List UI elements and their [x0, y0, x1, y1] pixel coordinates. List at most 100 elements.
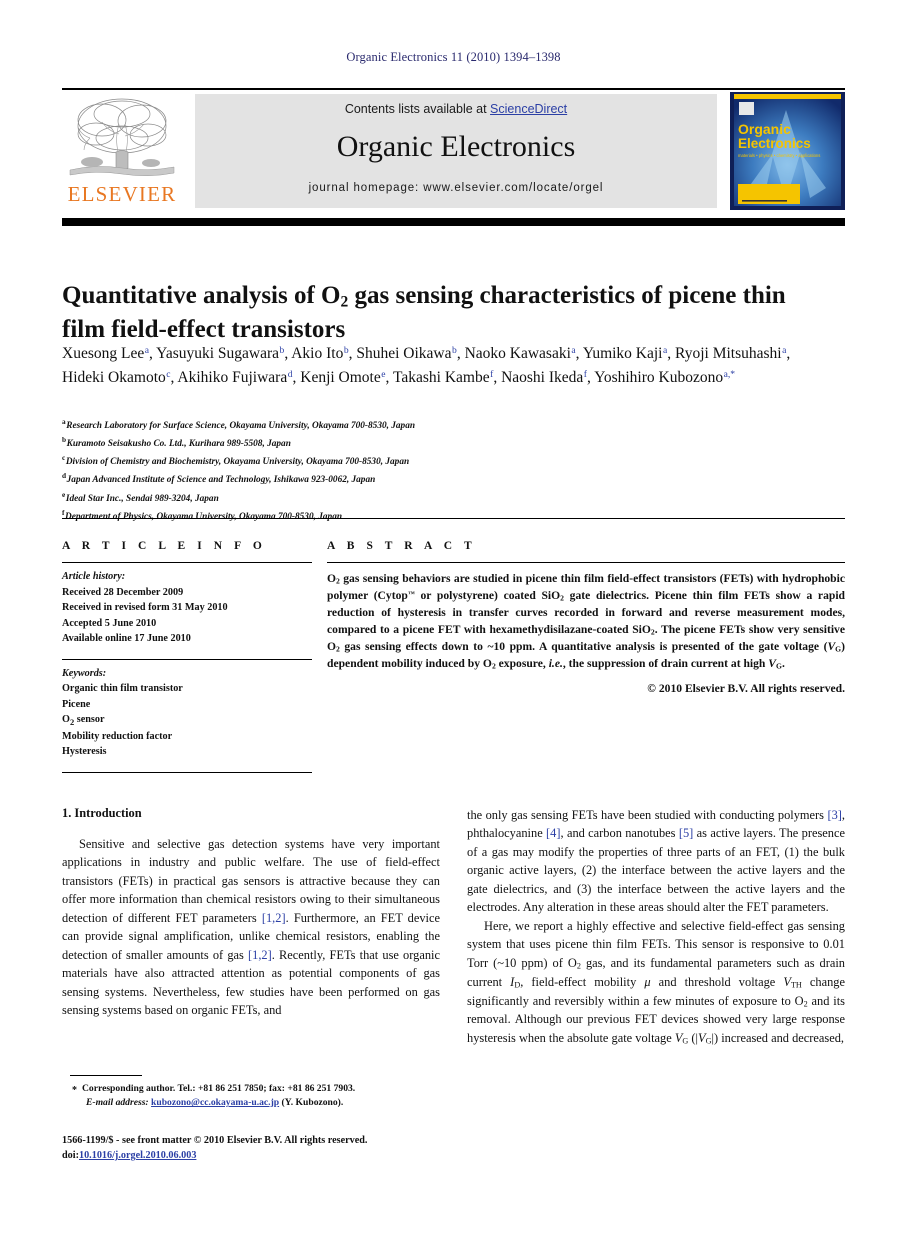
imprint-doi: doi:10.1016/j.orgel.2010.06.003	[62, 1148, 462, 1163]
author-affiliation-mark: b	[343, 345, 349, 357]
elsevier-wordmark: ELSEVIER	[67, 182, 177, 206]
journal-cover-image: Organic Electronics materials • physics …	[730, 92, 845, 210]
footnote-email-owner: (Y. Kubozono).	[281, 1097, 344, 1109]
affiliation-item: fDepartment of Physics, Okayama Universi…	[62, 507, 762, 525]
affiliation-item: eIdeal Star Inc., Sendai 989-3204, Japan	[62, 489, 762, 507]
intro-paragraph-left: Sensitive and selective gas detection sy…	[62, 837, 440, 1018]
author-affiliation-mark: e	[381, 369, 386, 381]
article-history-item: Available online 17 June 2010	[62, 633, 191, 644]
author-name: Yoshihiro Kubozono	[594, 369, 724, 387]
keyword-item: Organic thin film transistor	[62, 683, 183, 694]
doi-label: doi:	[62, 1150, 79, 1162]
author-name: Naoko Kawasaki	[464, 345, 571, 362]
article-history-item: Accepted 5 June 2010	[62, 617, 157, 629]
article-history-block: Article history: Received 28 December 20…	[62, 563, 312, 647]
author-affiliation-mark: a,*	[723, 369, 736, 381]
affiliation-text: Research Laboratory for Surface Science,…	[66, 421, 416, 431]
abstract-column: A B S T R A C T O2 gas sensing behaviors…	[327, 540, 845, 695]
author-name: Xuesong Lee	[62, 345, 145, 362]
abstract-text: O2 gas sensing behaviors are studied in …	[327, 572, 845, 671]
body-column-right: the only gas sensing FETs have been stud…	[467, 806, 845, 1048]
author-name: Yasuyuki Sugawara	[156, 345, 280, 362]
author-affiliation-mark: f	[490, 369, 494, 381]
author-name: Takashi Kambe	[393, 369, 490, 387]
abstract-copyright: © 2010 Elsevier B.V. All rights reserved…	[647, 681, 845, 695]
affiliation-item: bKuramoto Seisakusho Co. Ltd., Kurihara …	[62, 434, 762, 452]
running-head: Organic Electronics 11 (2010) 1394–1398	[346, 50, 561, 64]
affiliation-item: dJapan Advanced Institute of Science and…	[62, 470, 762, 488]
keyword-item: Hysteresis	[62, 746, 107, 758]
author-name: Naoshi Ikeda	[501, 369, 584, 387]
affiliation-text: Department of Physics, Okayama Universit…	[65, 511, 343, 522]
page-title: Quantitative analysis of O2 gas sensing …	[62, 279, 822, 347]
svg-text:Electronics: Electronics	[738, 136, 811, 151]
affiliation-text: Japan Advanced Institute of Science and …	[66, 475, 376, 486]
footnote-contact: Corresponding author. Tel.: +81 86 251 7…	[82, 1083, 356, 1094]
masthead-bottom-bar	[62, 218, 845, 226]
author-name: Shuhei Oikawa	[356, 345, 452, 362]
history-items: Received 28 December 2009 Received in rev…	[62, 585, 312, 647]
footnote-marker: *	[72, 1085, 77, 1096]
keywords-label: Keywords:	[62, 667, 107, 679]
author-name: Yumiko Kaji	[582, 345, 663, 362]
paper-page: Organic Electronics 11 (2010) 1394–1398	[0, 0, 907, 1238]
abstract-heading: A B S T R A C T	[327, 540, 477, 552]
journal-homepage-line[interactable]: journal homepage: www.elsevier.com/locat…	[195, 182, 717, 194]
affiliation-item: aResearch Laboratory for Surface Science…	[62, 416, 762, 434]
masthead-grey-panel: Contents lists available at ScienceDirec…	[195, 94, 717, 208]
intro-paragraph-right-1: the only gas sensing FETs have been stud…	[467, 808, 845, 915]
keyword-items: Organic thin film transistor Picene O2 sen…	[62, 681, 312, 760]
sciencedirect-link[interactable]: ScienceDirect	[490, 102, 567, 116]
imprint-line: 1566-1199/$ - see front matter © 2010 El…	[62, 1133, 462, 1164]
affiliation-text: Ideal Star Inc., Sendai 989-3204, Japan	[65, 493, 219, 504]
corresponding-author-footnote: * Corresponding author. Tel.: +81 86 251…	[70, 1082, 440, 1111]
keyword-item: Mobility reduction factor	[62, 730, 173, 742]
author-name: Ryoji Mitsuhashi	[675, 345, 782, 362]
author-affiliation-mark: a	[571, 345, 576, 357]
keyword-item: Picene	[62, 698, 91, 710]
author-name: Akio Ito	[291, 345, 344, 362]
journal-masthead: ELSEVIER Contents lists available at Sci…	[62, 92, 845, 210]
affiliation-item: cDivision of Chemistry and Biochemistry,…	[62, 452, 762, 470]
footnote-rule	[70, 1075, 142, 1076]
contents-available-line: Contents lists available at ScienceDirec…	[195, 102, 717, 116]
imprint-frontmatter: 1566-1199/$ - see front matter © 2010 El…	[62, 1135, 368, 1146]
author-affiliation-mark: d	[287, 369, 293, 381]
author-affiliation-mark: b	[452, 345, 457, 357]
affiliation-text: Division of Chemistry and Biochemistry, …	[65, 457, 410, 468]
elsevier-logo: ELSEVIER	[62, 92, 182, 210]
elsevier-tree-icon	[66, 94, 178, 182]
masthead-top-rule	[62, 88, 845, 90]
article-info-rule-3	[62, 771, 312, 773]
body-column-left: 1. Introduction Sensitive and selective …	[62, 806, 440, 1020]
affiliation-text: Kuramoto Seisakusho Co. Ltd., Kurihara 9…	[66, 439, 291, 450]
title-part-1: Quantitative analysis of O	[62, 281, 341, 309]
intro-paragraph-right-2: Here, we report a highly effective and s…	[467, 918, 846, 1046]
journal-title: Organic Electronics	[336, 130, 576, 163]
svg-text:materials • physics • chemistr: materials • physics • chemistry • applic…	[738, 153, 820, 158]
author-affiliation-mark: a	[663, 345, 668, 357]
author-affiliation-mark: c	[166, 369, 171, 381]
author-name: Kenji Omote	[300, 369, 381, 387]
article-history-item: Received in revised form 31 May 2010	[62, 602, 228, 613]
article-history-item: Received 28 December 2009	[62, 586, 184, 598]
info-section-top-rule	[62, 518, 845, 519]
affiliation-list: aResearch Laboratory for Surface Science…	[62, 416, 762, 525]
author-name: Akihiko Fujiwara	[177, 369, 288, 387]
author-name: Hideki Okamoto	[62, 369, 166, 387]
keyword-item: O2 sensor	[62, 714, 105, 728]
doi-link[interactable]: 10.1016/j.orgel.2010.06.003	[79, 1150, 196, 1161]
author-affiliation-mark: a	[144, 345, 149, 357]
author-affiliation-mark: a	[782, 345, 787, 357]
article-history-label: Article history:	[62, 571, 126, 582]
section-heading-introduction: 1. Introduction	[62, 806, 142, 820]
footnote-email-link[interactable]: kubozono@cc.okayama-u.ac.jp	[151, 1097, 279, 1108]
author-affiliation-mark: b	[279, 345, 285, 357]
svg-text:Organic: Organic	[738, 121, 791, 137]
footnote-email-label: E-mail address:	[86, 1097, 149, 1109]
author-list: Xuesong Leea, Yasuyuki Sugawarab, Akio I…	[62, 345, 791, 387]
article-info-column: A R T I C L E I N F O Article history: R…	[62, 540, 312, 773]
author-affiliation-mark: f	[583, 369, 587, 381]
contents-prefix: Contents lists available at	[344, 102, 491, 116]
article-info-heading: A R T I C L E I N F O	[62, 540, 267, 552]
